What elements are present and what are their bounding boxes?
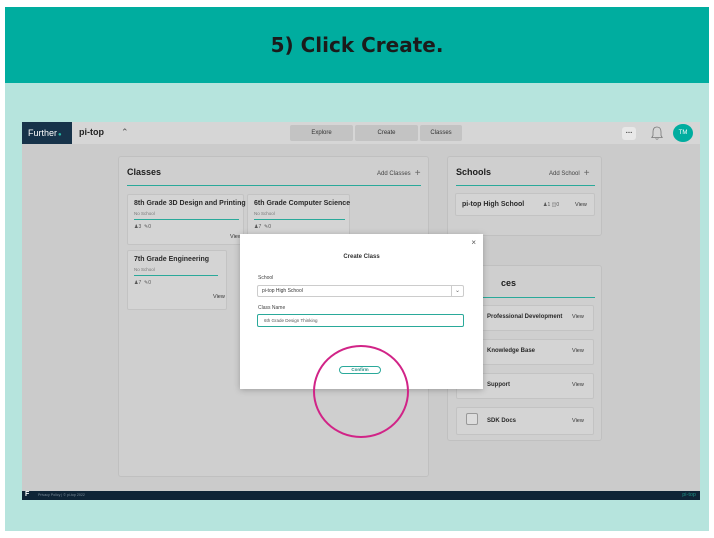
add-school-button[interactable]: Add School + [549, 168, 590, 179]
school-students: 1 [547, 202, 551, 208]
class-title: 6th Grade Computer Science [254, 200, 351, 207]
top-bar: Further ● pi-top ⌃ Explore Create Classes… [22, 122, 700, 144]
classes-heading: Classes [127, 167, 162, 177]
instruction-title: 5) Click Create. [270, 33, 444, 57]
modal-title: Create Class [343, 254, 380, 260]
nav-classes[interactable]: Classes [420, 125, 462, 141]
school-label: School [258, 275, 274, 281]
resource-view-link[interactable]: View [572, 348, 584, 354]
plus-icon: + [414, 168, 421, 179]
school-item[interactable]: pi-top High School ♟1 ◫0 View [455, 193, 595, 216]
class-divider [134, 219, 239, 220]
school-name: pi-top High School [462, 201, 525, 208]
avatar[interactable]: TM [673, 124, 693, 142]
schools-card: Schools Add School + pi-top High School ♟… [447, 156, 602, 236]
resource-view-link[interactable]: View [572, 314, 584, 320]
add-classes-button[interactable]: Add Classes + [377, 168, 421, 179]
class-school: No School [134, 267, 155, 272]
class-students: 7 [138, 280, 142, 286]
brand-logo[interactable]: Further ● [22, 122, 72, 144]
tutorial-slide: 5) Click Create. Further ● pi-top ⌃ Explo… [0, 0, 714, 538]
nav-create[interactable]: Create [355, 125, 418, 141]
resource-view-link[interactable]: View [572, 418, 584, 424]
resource-view-link[interactable]: View [572, 382, 584, 388]
class-edits: 0 [148, 224, 152, 230]
class-divider [254, 219, 345, 220]
class-school: No School [254, 211, 275, 216]
class-title: 8th Grade 3D Design and Printing [134, 200, 246, 207]
footer-logo: F [25, 491, 30, 498]
class-view-link[interactable]: View [213, 294, 225, 300]
school-classes: 0 [556, 202, 560, 208]
schools-heading: Schools [456, 167, 492, 177]
bell-icon[interactable] [649, 125, 665, 141]
class-name-input[interactable]: 6th Grade Design Thinking [257, 314, 464, 327]
add-school-label: Add School [549, 171, 580, 177]
class-edits: 0 [268, 224, 272, 230]
classes-divider [127, 185, 421, 186]
resource-item[interactable]: SDK Docs View [456, 407, 594, 435]
class-title: 7th Grade Engineering [134, 256, 210, 263]
class-card[interactable]: 8th Grade 3D Design and Printing No Scho… [127, 194, 246, 245]
document-icon [466, 413, 478, 425]
school-select-value: pi-top High School [262, 288, 303, 294]
close-icon[interactable]: × [471, 238, 476, 247]
class-students: 3 [138, 224, 142, 230]
resources-heading: ces [501, 278, 517, 288]
footer-links[interactable]: Privacy Policy | © pi-top 2022 [38, 493, 85, 497]
chevron-up-icon[interactable]: ⌃ [121, 127, 129, 138]
nav-explore[interactable]: Explore [290, 125, 353, 141]
class-stats: ♟7 ✎0 [254, 224, 272, 230]
school-view-link[interactable]: View [575, 202, 587, 208]
chevron-down-icon: ⌄ [451, 286, 463, 296]
class-stats: ♟3 ✎0 [134, 224, 152, 230]
resource-label: SDK Docs [487, 418, 517, 424]
brand-name: Further [28, 128, 58, 138]
plus-icon: + [583, 168, 590, 179]
school-stats: ♟1 ◫0 [543, 202, 560, 208]
instruction-banner: 5) Click Create. [5, 7, 709, 83]
footer-brand: pi-top [682, 492, 696, 498]
class-students: 7 [258, 224, 262, 230]
add-classes-label: Add Classes [377, 171, 411, 177]
resource-label: Support [487, 382, 510, 388]
class-edits: 0 [148, 280, 152, 286]
product-name: pi-top [79, 127, 104, 137]
class-stats: ♟7 ✎0 [134, 280, 152, 286]
footer: F Privacy Policy | © pi-top 2022 pi-top [22, 491, 700, 500]
resource-label: Knowledge Base [487, 348, 536, 354]
click-highlight-circle [313, 345, 409, 438]
class-name-label: Class Name [258, 305, 286, 311]
class-card[interactable]: 7th Grade Engineering No School ♟7 ✎0 Vi… [127, 250, 227, 310]
class-school: No School [134, 211, 155, 216]
resource-label: Professional Development [487, 314, 563, 320]
class-divider [134, 275, 218, 276]
school-select[interactable]: pi-top High School ⌄ [257, 285, 464, 297]
schools-divider [456, 185, 595, 186]
more-menu-button[interactable]: … [622, 127, 636, 140]
